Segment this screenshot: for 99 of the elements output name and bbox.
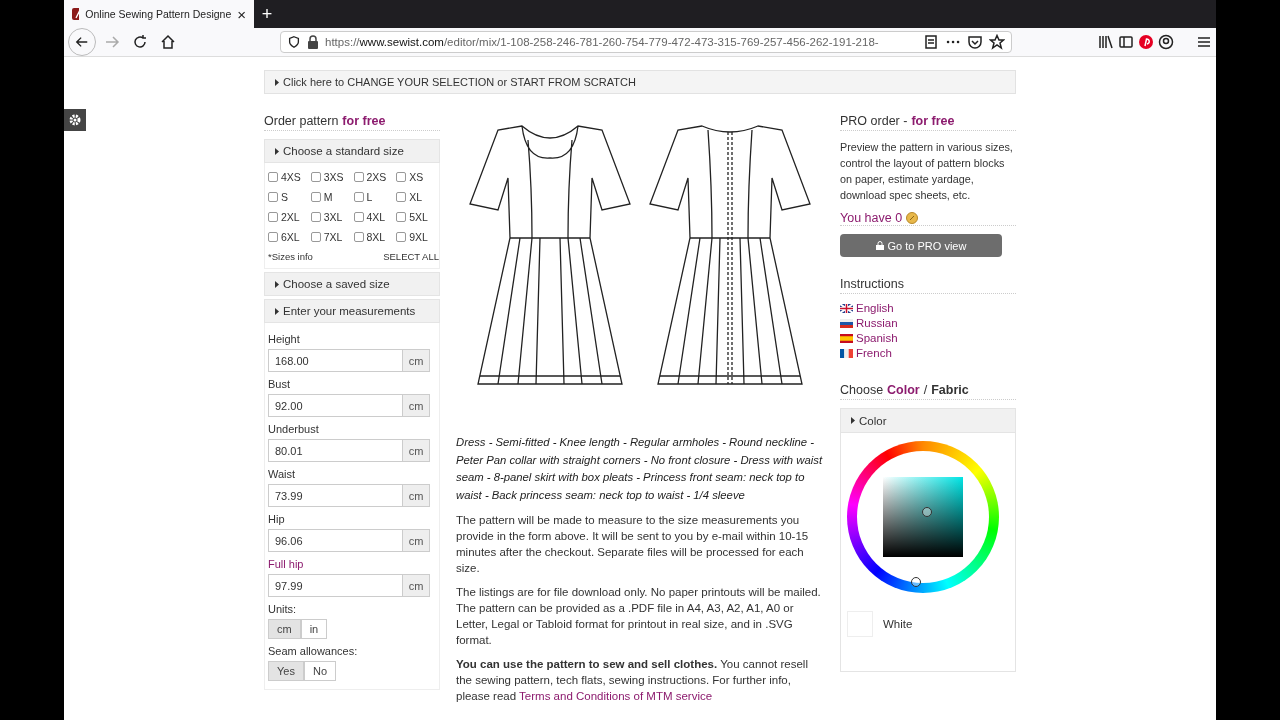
size-option[interactable]: S	[268, 189, 311, 205]
accordion-header[interactable]: Enter your measurements	[264, 299, 440, 323]
browser-tab[interactable]: Online Sewing Pattern Designe ×	[64, 0, 254, 28]
size-option[interactable]: 4XL	[353, 209, 397, 225]
measurement-field[interactable]: 92.00	[268, 394, 402, 417]
size-option[interactable]: 3XL	[310, 209, 354, 225]
size-option[interactable]: 9XL	[396, 229, 439, 245]
measurement-field[interactable]: 168.00	[268, 349, 402, 372]
pocket-icon[interactable]	[967, 34, 983, 50]
unit-label: cm	[402, 349, 430, 372]
caret-icon	[275, 78, 279, 86]
pin-icon[interactable]	[1138, 34, 1154, 50]
sizes-info-link[interactable]: *Sizes info	[268, 251, 313, 262]
change-selection-bar[interactable]: Click here to CHANGE YOUR SELECTION or START FROM SCRATCH	[264, 70, 1016, 94]
accordion-header[interactable]: Color	[841, 409, 1015, 433]
caret-icon	[275, 307, 279, 315]
toggle-option[interactable]: cm	[268, 619, 301, 639]
pro-view-button[interactable]: Go to PRO view	[840, 234, 1002, 257]
lock-icon	[307, 35, 319, 49]
section-title: Instructions	[840, 277, 904, 291]
terms-link[interactable]: Terms and Conditions of MTM service	[519, 690, 713, 702]
field-label: Waist	[268, 468, 297, 480]
size-option[interactable]: 6XL	[268, 229, 311, 245]
free-label: for free	[342, 114, 386, 128]
size-option[interactable]: M	[310, 189, 354, 205]
field-label: Bust	[268, 378, 291, 390]
toggle-option[interactable]: No	[303, 661, 336, 681]
swatch-label: White	[883, 618, 913, 630]
unit-label: cm	[402, 484, 430, 507]
close-tab-button[interactable]: ×	[237, 5, 246, 23]
separator-text: /	[923, 383, 928, 397]
field-label: Hip	[268, 513, 286, 525]
sidebar-icon[interactable]	[1118, 34, 1134, 50]
field-label: Seam allowances:	[268, 645, 359, 657]
field-label: Units:	[268, 603, 298, 615]
accordion-header[interactable]: Choose a standard size	[264, 139, 440, 163]
toggle-option[interactable]: in	[300, 619, 328, 639]
license-paragraph: You can use the pattern to sew and sell clothes. You cannot resell the sewing pattern, tech flats, sewing instructions. For further info, please read Terms and Conditions of MTM service	[456, 657, 809, 704]
field-label: Height	[268, 333, 301, 345]
size-option[interactable]: 2XS	[353, 169, 397, 185]
coin-icon	[906, 212, 919, 224]
new-tab-button[interactable]: +	[254, 0, 280, 28]
free-label: for free	[911, 114, 955, 128]
info-paragraph: The pattern will be made to measure to the size measurements you provide in the form above. It will be sent to you by e-mail within 10-15 minutes after the checkout. Separate files will be processed for each size.	[456, 513, 810, 576]
library-icon[interactable]	[1098, 34, 1114, 50]
language-link[interactable]: Spanish	[856, 332, 898, 344]
lock-icon	[875, 241, 884, 250]
back-arrow-icon	[75, 35, 89, 49]
star-icon[interactable]	[989, 34, 1005, 50]
size-option[interactable]: XS	[396, 169, 439, 185]
size-option[interactable]: 2XL	[268, 209, 311, 225]
size-option[interactable]: XL	[396, 189, 439, 205]
uk-flag-icon	[840, 303, 853, 313]
balance-text: You have 0	[840, 211, 903, 225]
info-paragraph: The listings are for file download only. No paper printouts will be mailed. The pattern can be provided as a .PDF file in A4, A3, A2, A1, A0 or Letter, Legal or Tabloid format for printout in real size, and in .SVG format.	[456, 585, 822, 648]
field-label: Full hip	[268, 558, 305, 570]
reader-view-icon[interactable]	[923, 34, 939, 50]
french-flag-icon	[840, 348, 853, 358]
section-title: PRO order -	[840, 114, 908, 128]
size-option[interactable]: 7XL	[310, 229, 354, 245]
spanish-flag-icon	[840, 333, 853, 343]
russian-flag-icon	[840, 318, 853, 328]
shield-icon[interactable]	[287, 34, 301, 50]
size-option[interactable]: 5XL	[396, 209, 439, 225]
caret-icon	[851, 417, 855, 424]
unit-label: cm	[402, 439, 430, 462]
fabric-label: Fabric	[931, 383, 969, 397]
measurement-field[interactable]: 97.99	[268, 574, 402, 597]
measurement-field[interactable]: 96.06	[268, 529, 402, 552]
size-option[interactable]: 4XS	[268, 169, 311, 185]
field-label: Underbust	[268, 423, 320, 435]
toggle-option[interactable]: Yes	[268, 661, 304, 681]
reload-icon[interactable]	[132, 34, 148, 50]
size-option[interactable]: L	[353, 189, 397, 205]
select-all-link[interactable]: SELECT ALL	[383, 251, 439, 262]
color-label: Color	[887, 383, 920, 397]
accordion-header[interactable]: Choose a saved size	[264, 272, 440, 296]
caret-icon	[275, 147, 279, 155]
language-link[interactable]: Russian	[856, 317, 898, 329]
size-option[interactable]: 8XL	[353, 229, 397, 245]
menu-icon[interactable]	[1196, 34, 1212, 50]
settings-button[interactable]	[64, 109, 86, 131]
home-icon[interactable]	[160, 34, 176, 50]
section-title: Choose	[840, 383, 884, 397]
measurement-field[interactable]: 73.99	[268, 484, 402, 507]
unit-label: cm	[402, 394, 430, 417]
unit-label: cm	[402, 574, 430, 597]
pattern-description: Dress - Semi-fitted - Knee length - Regular armholes - Round neckline - Peter Pan collar with straight corners - No front closure - Dress with waist seam - 8-panel skirt with box pleats - Princess front seam: neck top to waist - Back princess seam: neck top to waist - 1/4 sleeve	[456, 435, 824, 503]
pro-description: Preview the pattern in various sizes, control the layout of pattern blocks on paper, estimate yardage, download spec sheets, etc.	[840, 140, 1014, 203]
language-link[interactable]: English	[856, 302, 894, 314]
gear-icon	[69, 114, 81, 126]
account-icon[interactable]	[1158, 34, 1174, 50]
needle-logo-icon	[72, 8, 80, 20]
unit-label: cm	[402, 529, 430, 552]
caret-icon	[275, 280, 279, 288]
language-link[interactable]: French	[856, 347, 892, 359]
section-title: Order pattern	[264, 114, 339, 128]
size-option[interactable]: 3XS	[310, 169, 354, 185]
measurement-field[interactable]: 80.01	[268, 439, 402, 462]
